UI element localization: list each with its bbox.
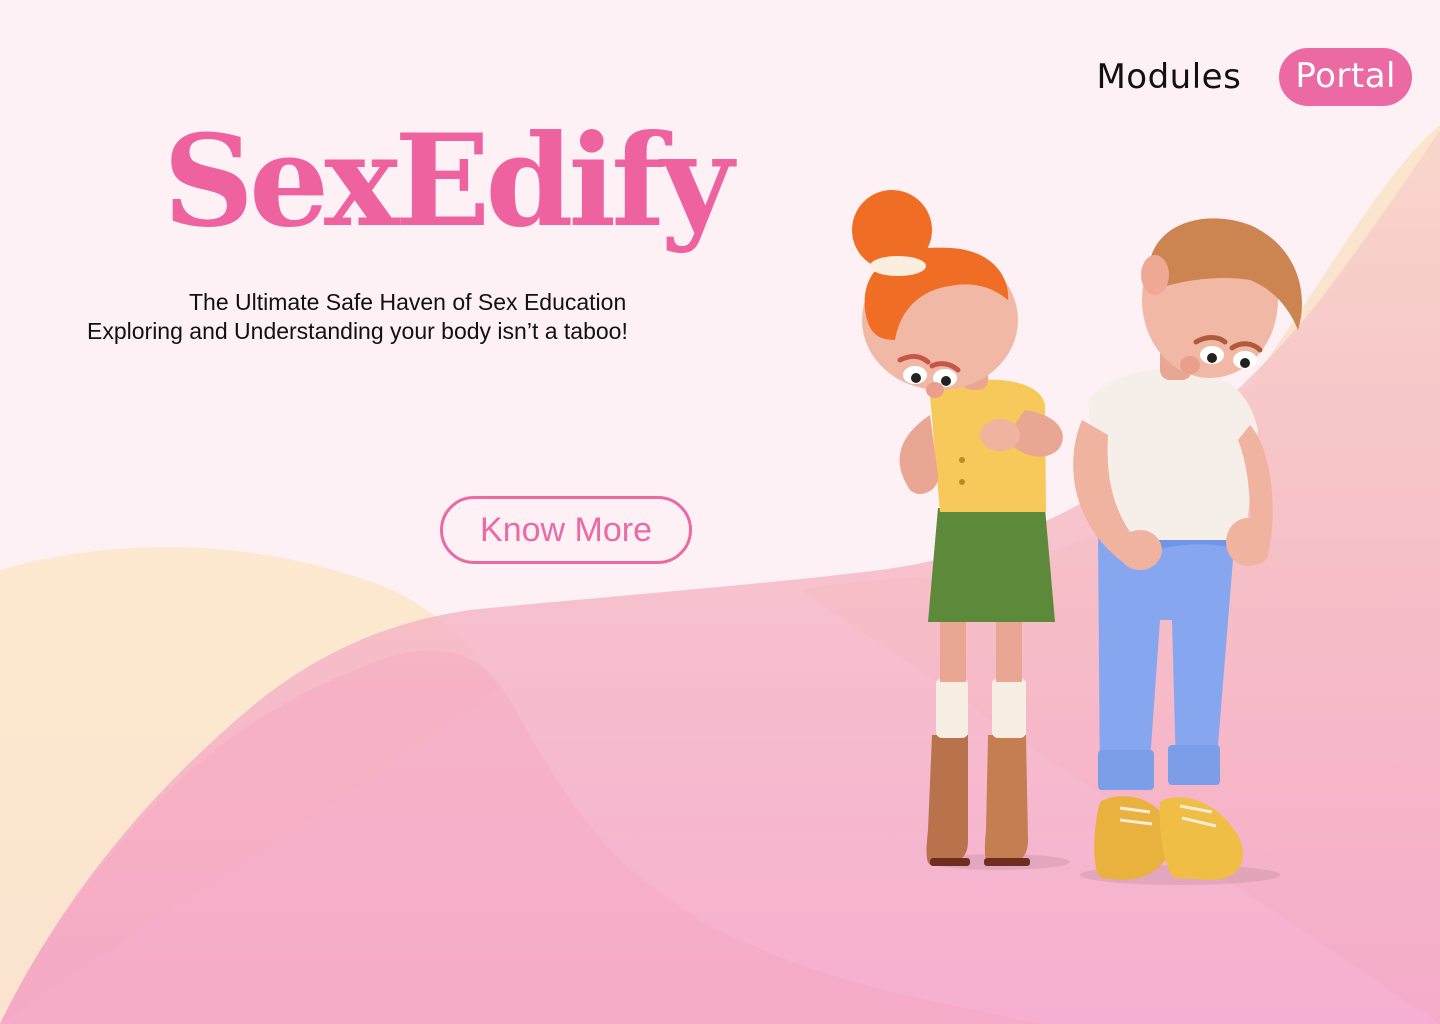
know-more-button[interactable]: Know More [440, 496, 692, 564]
hero-subline: Exploring and Understanding your body is… [87, 318, 628, 344]
woman-figure [852, 190, 1070, 870]
brand-title: SexEdify [163, 107, 734, 255]
top-nav: Modules Portal [1096, 48, 1412, 106]
man-figure [1073, 218, 1302, 885]
nav-portal-button[interactable]: Portal [1279, 48, 1412, 106]
nav-modules-link[interactable]: Modules [1096, 57, 1241, 97]
two-people-illustration [852, 190, 1302, 885]
hero-tagline: The Ultimate Safe Haven of Sex Education [189, 289, 627, 315]
